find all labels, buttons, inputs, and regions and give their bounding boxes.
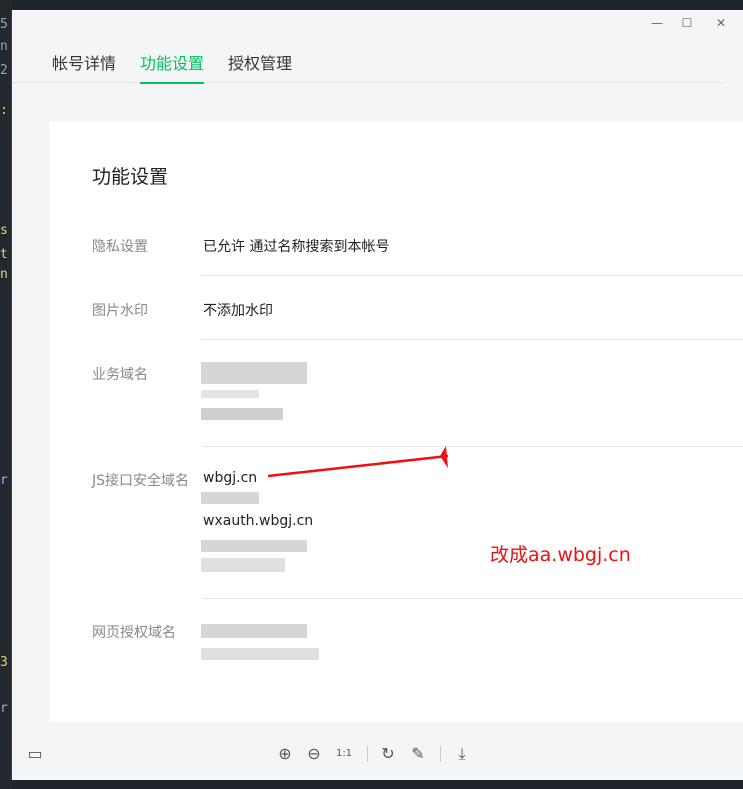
watermark-label: 图片水印 [92,303,148,319]
card-title: 功能设置 [92,166,169,188]
divider [202,598,743,599]
annotation-text: 改成aa.wbgj.cn [490,544,631,566]
rotate-icon[interactable]: ↻ [377,743,399,765]
zoom-out-icon[interactable]: ⊖ [303,743,325,765]
tab-feature-settings[interactable]: 功能设置 [140,50,205,84]
image-viewer-window: — ☐ ✕ 帐号详情 功能设置 授权管理 功能设置 隐私设置 已允许 通过名称搜… [11,10,743,780]
js-domain-value-1: wbgj.cn [203,470,258,486]
viewer-toolbar: ▭ ⊕ ⊖ 1:1 ↻ ✎ ⤓ [12,730,743,780]
tab-authorization[interactable]: 授权管理 [228,50,292,82]
privacy-label: 隐私设置 [92,239,148,255]
oauth-domain-label: 网页授权域名 [92,625,176,641]
divider [202,275,743,276]
settings-card: 功能设置 隐私设置 已允许 通过名称搜索到本帐号 图片水印 不添加水印 业务域名… [50,122,743,722]
download-icon[interactable]: ⤓ [451,743,473,765]
business-domain-label: 业务域名 [92,367,148,383]
zoom-in-icon[interactable]: ⊕ [274,743,296,765]
actual-size-icon[interactable]: 1:1 [333,743,355,765]
js-domain-label: JS接口安全域名 [92,473,190,489]
close-icon[interactable]: ✕ [712,14,730,32]
maximize-icon[interactable]: ☐ [678,14,696,32]
tab-bar: 帐号详情 功能设置 授权管理 [12,36,724,84]
tab-account-details[interactable]: 帐号详情 [52,50,116,82]
title-bar: — ☐ ✕ [12,10,743,36]
divider [202,339,743,340]
js-domain-value-2: wxauth.wbgj.cn [203,513,314,529]
layout-icon[interactable]: ▭ [24,743,46,765]
watermark-value: 不添加水印 [203,303,273,319]
red-arrow-icon [267,446,449,478]
minimize-icon[interactable]: — [648,14,666,32]
edit-icon[interactable]: ✎ [407,743,429,765]
privacy-value: 已允许 通过名称搜索到本帐号 [203,239,390,255]
